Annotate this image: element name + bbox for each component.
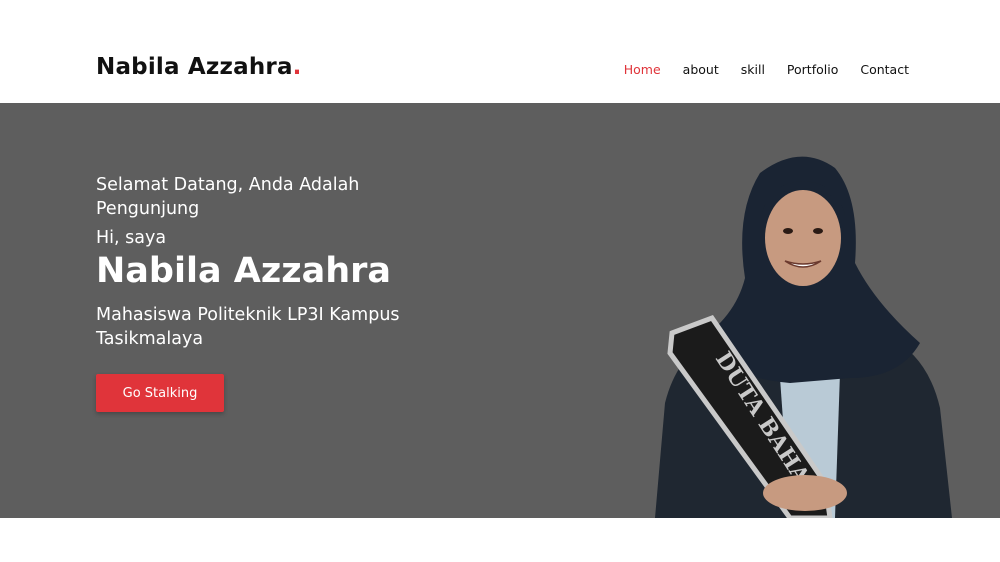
navbar: Nabila Azzahra. Home about skill Portfol… xyxy=(0,0,1000,103)
right-eye xyxy=(813,228,823,234)
main-nav: Home about skill Portfolio Contact xyxy=(602,62,909,77)
profile-photo: DUTA BAHAS xyxy=(655,156,952,518)
role-text: Mahasiswa Politeknik LP3I Kampus Tasikma… xyxy=(96,305,400,349)
left-eye xyxy=(783,228,793,234)
nav-skill-link[interactable]: skill xyxy=(741,62,765,77)
greeting-text: Hi, saya xyxy=(96,228,167,248)
hero-section: Selamat Datang, Anda Adalah Pengunjung H… xyxy=(0,103,1000,518)
hands-shape xyxy=(763,475,847,511)
welcome-text: Selamat Datang, Anda Adalah Pengunjung xyxy=(96,175,360,219)
go-stalking-button[interactable]: Go Stalking xyxy=(96,374,224,412)
page-bottom-area xyxy=(0,518,1000,562)
brand-name: Nabila Azzahra xyxy=(96,54,293,80)
brand-dot: . xyxy=(292,54,302,80)
nav-about-link[interactable]: about xyxy=(683,62,719,77)
nav-contact-link[interactable]: Contact xyxy=(860,62,909,77)
nav-portfolio-link[interactable]: Portfolio xyxy=(787,62,838,77)
hero-name: Nabila Azzahra xyxy=(96,251,392,291)
brand-logo[interactable]: Nabila Azzahra. xyxy=(96,54,302,80)
face-shape xyxy=(765,190,841,286)
nav-home-link[interactable]: Home xyxy=(624,62,661,77)
